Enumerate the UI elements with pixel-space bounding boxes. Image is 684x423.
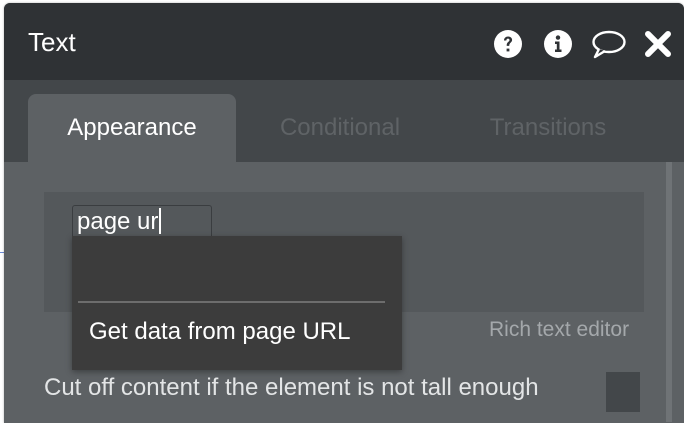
dropdown-option-get-data-from-page-url[interactable]: Get data from page URL — [89, 316, 350, 348]
panel-header: Text — [4, 3, 684, 80]
tab-conditional[interactable]: Conditional — [254, 94, 426, 162]
rich-text-editor-link[interactable]: Rich text editor — [489, 315, 629, 345]
tab-bar: Appearance Conditional Transitions — [4, 80, 684, 162]
tab-transitions[interactable]: Transitions — [468, 94, 628, 162]
autocomplete-dropdown: Get data from page URL — [72, 236, 402, 370]
tab-appearance[interactable]: Appearance — [28, 94, 236, 162]
info-icon[interactable] — [543, 29, 573, 59]
panel-title: Text — [28, 27, 76, 57]
panel-scrollbar[interactable] — [666, 162, 672, 422]
text-property-editor: Text Appearance Conditional Transitions … — [4, 3, 684, 423]
cutoff-content-label: Cut off content if the element is not ta… — [44, 374, 539, 401]
comment-icon[interactable] — [591, 29, 627, 59]
close-icon[interactable] — [644, 29, 672, 59]
cutoff-content-checkbox[interactable] — [606, 372, 640, 412]
dropdown-separator — [78, 301, 385, 303]
help-icon[interactable] — [493, 29, 523, 59]
text-caret — [159, 207, 162, 234]
dynamic-expression-input-text[interactable]: page ur — [77, 206, 162, 238]
